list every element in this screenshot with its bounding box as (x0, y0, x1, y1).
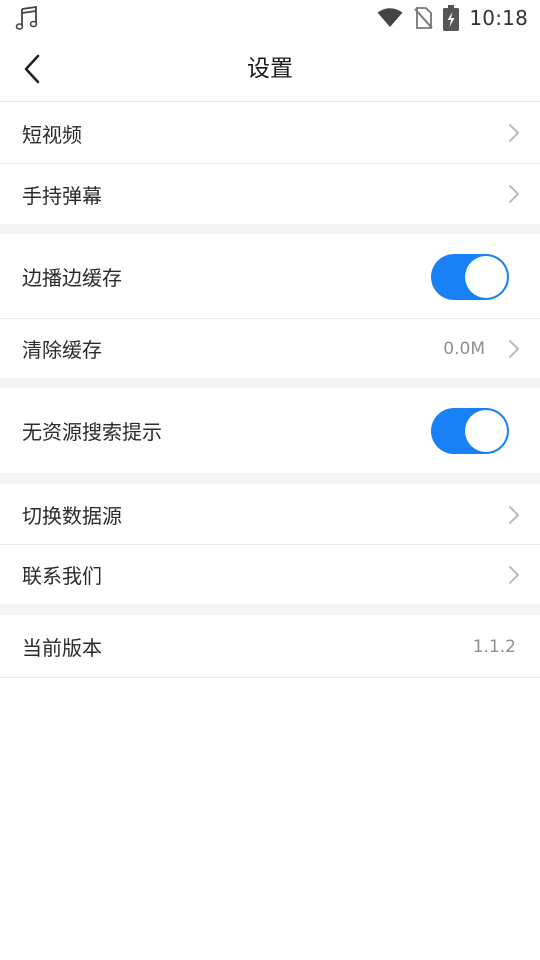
chevron-right-icon (509, 565, 519, 584)
setting-row-short-video[interactable]: 短视频 (0, 102, 540, 164)
back-button[interactable] (12, 46, 52, 92)
chevron-right-icon (509, 505, 519, 524)
cache-size-value: 0.0M (443, 338, 485, 359)
setting-label: 清除缓存 (22, 338, 102, 362)
status-time: 10:18 (469, 6, 528, 30)
no-sim-icon (414, 7, 434, 29)
chevron-right-icon (509, 185, 519, 203)
setting-row-contact-us[interactable]: 联系我们 (0, 545, 540, 604)
chevron-right-icon (509, 339, 519, 358)
status-bar: 10:18 (0, 0, 540, 36)
chevron-left-icon (24, 54, 40, 84)
no-resource-hint-toggle[interactable] (431, 407, 509, 454)
setting-label: 边播边缓存 (22, 266, 122, 290)
top-bar: 设置 (0, 36, 540, 102)
row-divider (0, 677, 540, 678)
setting-row-switch-source[interactable]: 切换数据源 (0, 484, 540, 545)
wifi-icon (377, 8, 403, 27)
setting-row-current-version: 当前版本 1.1.2 (0, 615, 540, 678)
version-value: 1.1.2 (472, 636, 516, 657)
battery-charging-icon (443, 5, 460, 31)
toggle-knob (465, 409, 507, 452)
section-gap (0, 604, 540, 615)
cache-while-playing-toggle[interactable] (431, 253, 509, 300)
setting-label: 无资源搜索提示 (22, 420, 162, 444)
page-title: 设置 (247, 56, 293, 82)
setting-label: 联系我们 (22, 564, 102, 588)
section-gap (0, 378, 540, 388)
setting-label: 当前版本 (22, 636, 102, 660)
setting-label: 短视频 (22, 122, 82, 147)
setting-row-handheld-danmaku[interactable]: 手持弹幕 (0, 164, 540, 224)
setting-label: 手持弹幕 (22, 183, 102, 208)
toggle-knob (465, 255, 507, 298)
setting-row-no-resource-hint: 无资源搜索提示 (0, 388, 540, 473)
section-gap (0, 224, 540, 234)
music-note-icon (15, 5, 38, 30)
setting-row-clear-cache[interactable]: 清除缓存 0.0M (0, 319, 540, 378)
setting-label: 切换数据源 (22, 504, 122, 528)
chevron-right-icon (509, 124, 519, 142)
setting-row-cache-while-playing: 边播边缓存 (0, 234, 540, 319)
section-gap (0, 473, 540, 484)
